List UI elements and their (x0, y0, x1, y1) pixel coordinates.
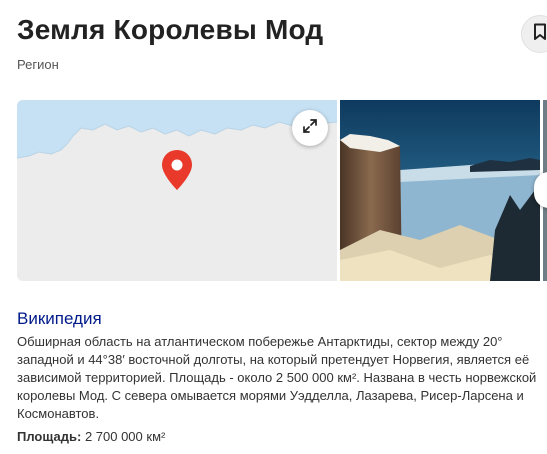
media-gallery (17, 100, 547, 281)
bookmark-button[interactable] (521, 15, 547, 53)
region-map[interactable] (17, 100, 337, 281)
entity-type: Регион (17, 57, 59, 72)
wikipedia-heading[interactable]: Википедия (17, 309, 102, 329)
region-photo[interactable] (340, 100, 540, 281)
page-title: Земля Королевы Мод (17, 14, 324, 45)
bookmark-icon (533, 23, 547, 46)
area-label: Площадь: (17, 429, 82, 444)
area-fact: Площадь: 2 700 000 км² (17, 429, 165, 444)
expand-map-button[interactable] (292, 110, 328, 146)
expand-icon (302, 118, 318, 139)
map-pin-icon (160, 148, 194, 197)
wikipedia-description: Обширная область на атлантическом побере… (17, 334, 537, 421)
photo-image (340, 100, 540, 281)
area-value: 2 700 000 км² (84, 429, 166, 444)
